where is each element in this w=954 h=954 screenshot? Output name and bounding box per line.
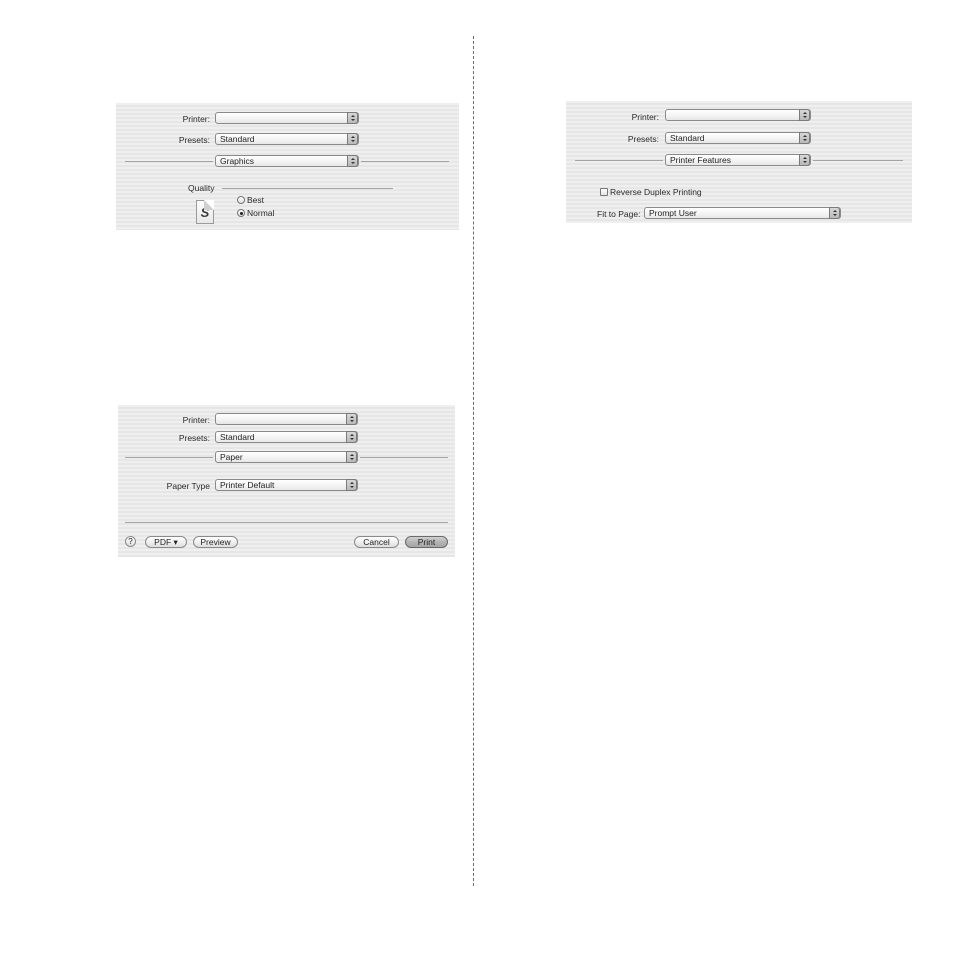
print-dialog-features-panel: Printer: Presets: Standard Printer Featu… <box>566 101 912 223</box>
presets-label: Presets: <box>627 134 659 144</box>
quality-best-label[interactable]: Best <box>247 195 264 205</box>
printer-label: Printer: <box>631 112 659 122</box>
section-separator-right <box>813 160 903 161</box>
preview-button[interactable]: Preview <box>193 536 238 548</box>
button-bar-separator <box>125 522 448 523</box>
section-separator-right <box>360 457 448 458</box>
popup-arrows-icon <box>346 451 357 463</box>
page-column-divider <box>473 36 474 886</box>
fit-to-page-popup[interactable]: Prompt User <box>644 207 841 219</box>
popup-arrows-icon <box>347 155 358 167</box>
pdf-menu-button[interactable]: PDF ▾ <box>145 536 187 548</box>
printer-popup[interactable] <box>215 112 359 124</box>
print-dialog-graphics-panel: Printer: Presets: Standard Graphics Qual… <box>116 103 459 230</box>
presets-value: Standard <box>220 432 255 442</box>
paper-type-popup[interactable]: Printer Default <box>215 479 358 491</box>
section-value: Graphics <box>220 156 255 166</box>
section-separator-left <box>125 161 213 162</box>
help-button[interactable]: ? <box>125 536 136 547</box>
section-value: Printer Features <box>670 155 731 165</box>
section-separator-left <box>575 160 663 161</box>
popup-arrows-icon <box>346 413 357 425</box>
quality-normal-label[interactable]: Normal <box>247 208 274 218</box>
paper-type-label: Paper Type <box>166 481 210 491</box>
presets-popup[interactable]: Standard <box>665 132 811 144</box>
print-dialog-paper-panel: Printer: Presets: Standard Paper Paper T… <box>118 405 455 557</box>
quality-best-radio[interactable] <box>237 196 245 204</box>
quality-normal-radio[interactable] <box>237 209 245 217</box>
section-popup[interactable]: Graphics <box>215 155 359 167</box>
printer-label: Printer: <box>182 114 210 124</box>
presets-label: Presets: <box>178 433 210 443</box>
presets-value: Standard <box>220 134 255 144</box>
printer-popup[interactable] <box>665 109 811 121</box>
popup-arrows-icon <box>799 109 810 121</box>
cancel-button[interactable]: Cancel <box>354 536 399 548</box>
presets-value: Standard <box>670 133 705 143</box>
paper-type-value: Printer Default <box>220 480 275 490</box>
fit-to-page-label: Fit to Page: <box>597 209 641 219</box>
popup-arrows-icon <box>799 154 810 166</box>
popup-arrows-icon <box>347 133 358 145</box>
popup-arrows-icon <box>799 132 810 144</box>
section-separator-left <box>125 457 213 458</box>
popup-arrows-icon <box>346 479 357 491</box>
quality-label: Quality <box>188 183 215 193</box>
printer-popup[interactable] <box>215 413 358 425</box>
section-separator-right <box>361 161 449 162</box>
section-popup[interactable]: Printer Features <box>665 154 811 166</box>
fit-to-page-value: Prompt User <box>649 208 697 218</box>
reverse-duplex-label[interactable]: Reverse Duplex Printing <box>610 187 702 197</box>
popup-arrows-icon <box>829 207 840 219</box>
print-button[interactable]: Print <box>405 536 448 548</box>
section-value: Paper <box>220 452 243 462</box>
section-popup[interactable]: Paper <box>215 451 358 463</box>
presets-popup[interactable]: Standard <box>215 133 359 145</box>
quality-group-line <box>222 188 393 189</box>
presets-popup[interactable]: Standard <box>215 431 358 443</box>
document-s-icon: S <box>196 200 214 224</box>
reverse-duplex-checkbox[interactable] <box>600 188 608 196</box>
printer-label: Printer: <box>182 415 210 425</box>
popup-arrows-icon <box>347 112 358 124</box>
presets-label: Presets: <box>178 135 210 145</box>
popup-arrows-icon <box>346 431 357 443</box>
